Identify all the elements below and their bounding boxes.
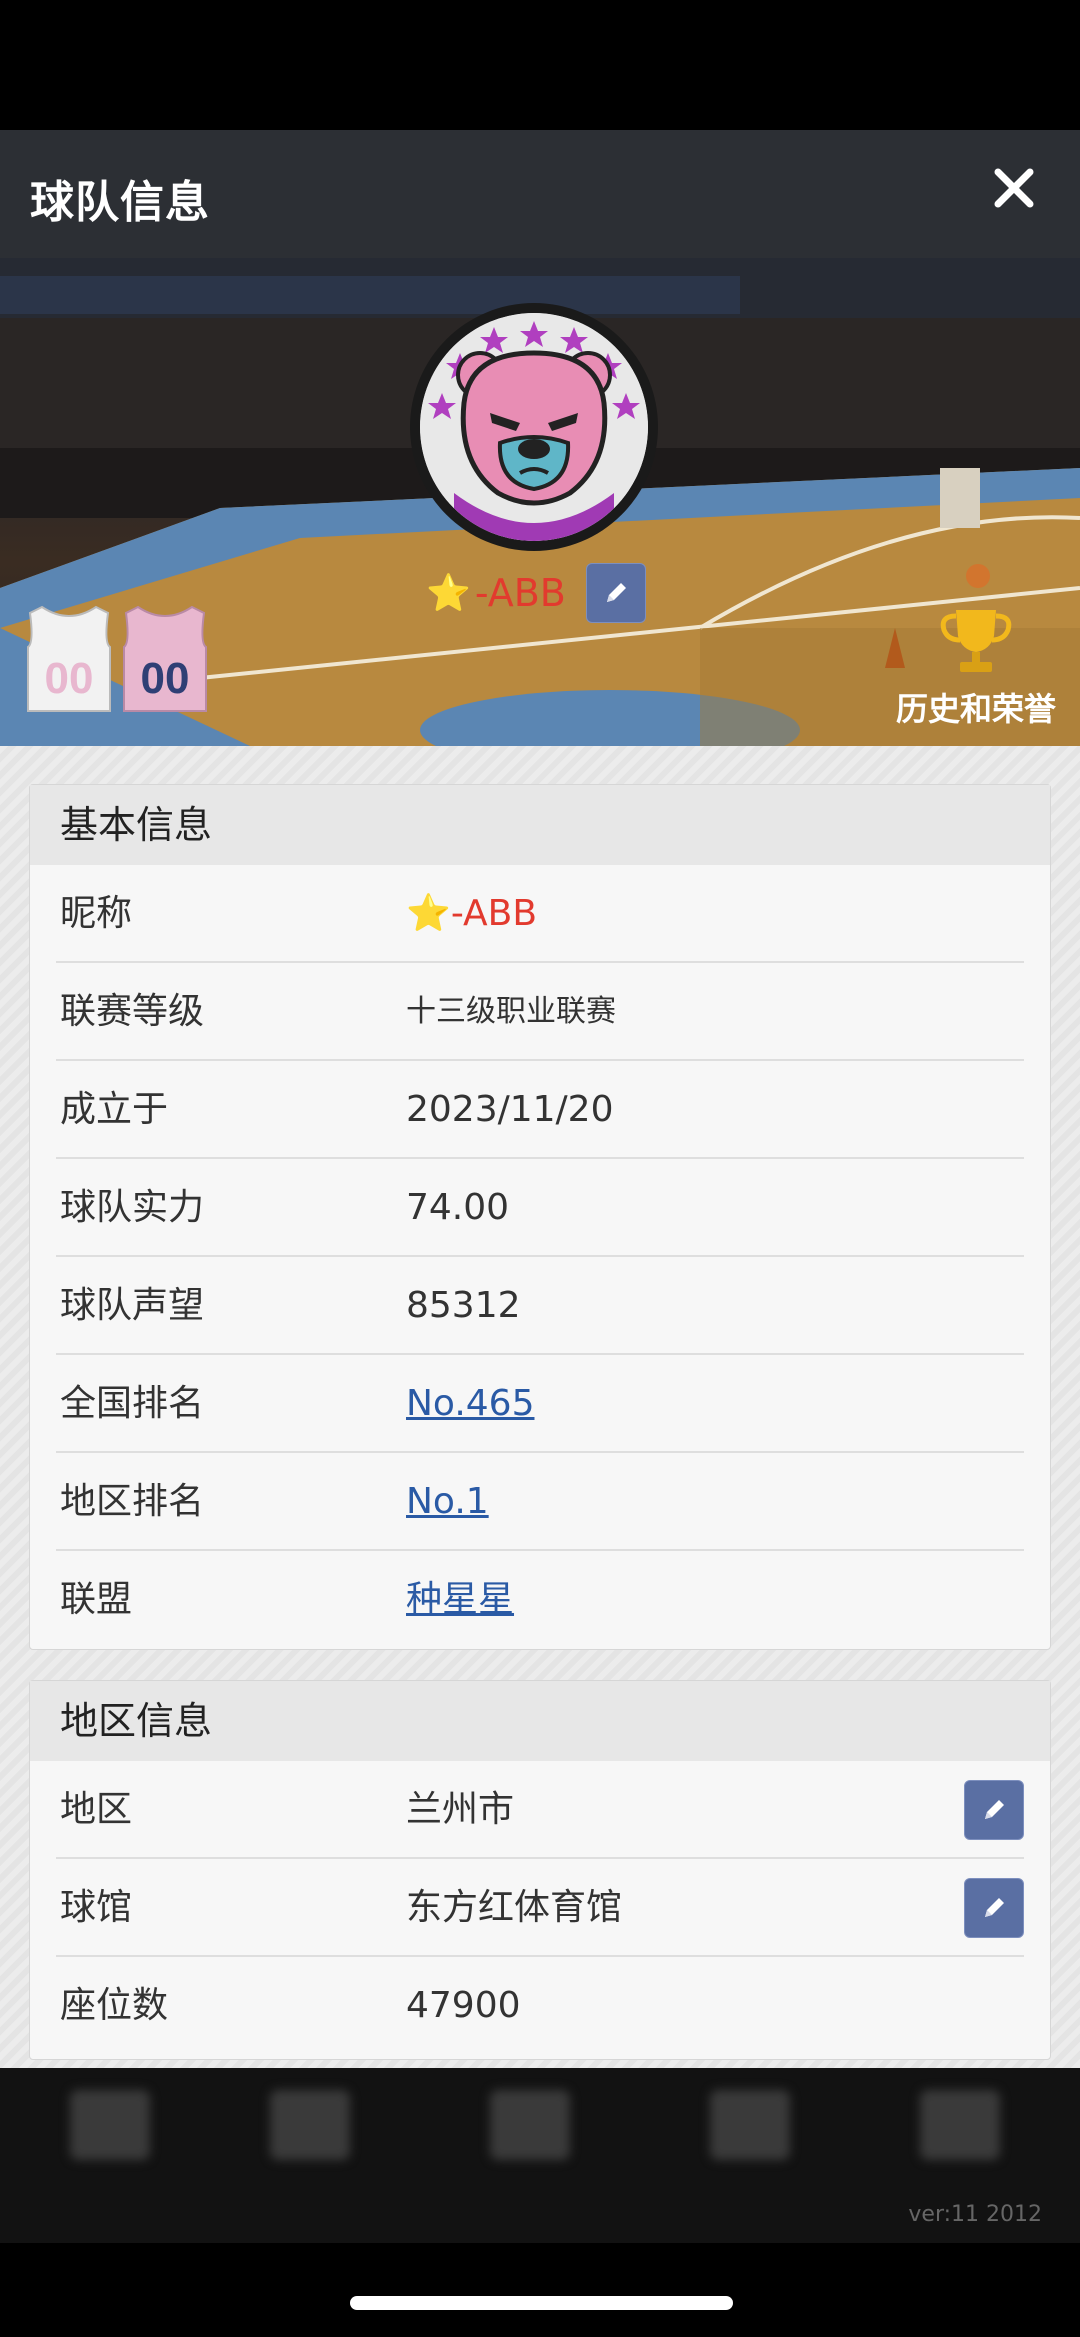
national-rank-link[interactable]: No.465 <box>406 1355 534 1453</box>
status-bar <box>0 0 1080 130</box>
founded-value: 2023/11/20 <box>406 1089 614 1130</box>
close-icon[interactable] <box>984 158 1044 218</box>
row-key: 球队实力 <box>60 1187 205 1228</box>
content-area[interactable]: 基本信息 昵称 ⭐-ABB 联赛等级 十三级职业联赛 成立于 2023/11/2… <box>0 746 1080 2068</box>
history-honor-button[interactable]: 历史和荣誉 <box>886 606 1066 730</box>
league-value: 十三级职业联赛 <box>406 994 616 1029</box>
team-name-row: ⭐ -ABB <box>426 563 646 623</box>
tab-4[interactable] <box>700 2090 800 2160</box>
info-row-national-rank: 全国排名 No.465 <box>56 1355 1024 1453</box>
edit-team-name-button[interactable] <box>585 563 646 623</box>
history-honor-label: 历史和荣誉 <box>895 690 1056 728</box>
pencil-icon <box>606 583 626 602</box>
tab-3[interactable] <box>480 2090 580 2160</box>
alliance-link[interactable]: 种星星 <box>406 1551 514 1649</box>
region-value: 兰州市 <box>406 1789 515 1830</box>
row-key: 联赛等级 <box>60 991 205 1032</box>
dialog-header: 球队信息 <box>0 130 1080 258</box>
info-row-reputation: 球队声望 85312 <box>56 1257 1024 1355</box>
home-jersey-icon[interactable]: 00 <box>24 603 114 715</box>
info-row-league: 联赛等级 十三级职业联赛 <box>56 963 1024 1061</box>
info-row-region-rank: 地区排名 No.1 <box>56 1453 1024 1551</box>
row-key: 座位数 <box>60 1985 169 2026</box>
page-title: 球队信息 <box>30 177 210 228</box>
info-row-nickname: 昵称 ⭐-ABB <box>56 865 1024 963</box>
star-icon: ⭐ <box>406 893 451 934</box>
reputation-value: 85312 <box>406 1285 521 1326</box>
edit-region-button[interactable] <box>964 1780 1024 1840</box>
info-row-founded: 成立于 2023/11/20 <box>56 1061 1024 1159</box>
bottom-tab-bar: ver:11 2012 <box>0 2068 1080 2243</box>
version-label: ver:11 2012 <box>908 2202 1042 2227</box>
strength-value: 74.00 <box>406 1187 510 1228</box>
info-row-alliance: 联盟 种星星 <box>56 1551 1024 1649</box>
edit-arena-button[interactable] <box>964 1878 1024 1938</box>
basic-info-title: 基本信息 <box>30 785 1050 865</box>
row-key: 昵称 <box>60 893 133 934</box>
team-logo <box>410 303 658 551</box>
info-row-region: 地区 兰州市 <box>56 1761 1024 1859</box>
row-key: 球队声望 <box>60 1285 205 1326</box>
star-icon: ⭐ <box>426 573 471 614</box>
region-rank-link[interactable]: No.1 <box>406 1453 489 1551</box>
team-name: -ABB <box>474 571 566 615</box>
row-key: 球馆 <box>60 1887 133 1928</box>
home-area <box>0 2243 1080 2337</box>
info-row-strength: 球队实力 74.00 <box>56 1159 1024 1257</box>
region-info-card: 地区信息 地区 兰州市 球馆 东方红体育馆 座位数 47900 <box>29 1680 1051 2060</box>
row-key: 地区 <box>60 1789 133 1830</box>
row-key: 全国排名 <box>60 1383 205 1424</box>
arena-value: 东方红体育馆 <box>406 1887 623 1928</box>
pencil-icon <box>985 1898 1004 1917</box>
away-jersey-icon[interactable]: 00 <box>120 603 210 715</box>
svg-text:00: 00 <box>45 654 94 703</box>
home-indicator[interactable] <box>350 2296 733 2310</box>
info-row-seats: 座位数 47900 <box>56 1957 1024 2055</box>
row-key: 地区排名 <box>60 1481 205 1522</box>
pencil-icon <box>985 1800 1004 1819</box>
region-info-title: 地区信息 <box>30 1681 1050 1761</box>
trophy-icon <box>940 610 1012 672</box>
tab-1[interactable] <box>60 2090 160 2160</box>
basic-info-card: 基本信息 昵称 ⭐-ABB 联赛等级 十三级职业联赛 成立于 2023/11/2… <box>29 784 1051 1650</box>
seats-value: 47900 <box>406 1985 521 2026</box>
row-key: 联盟 <box>60 1579 133 1620</box>
team-banner: ⭐ -ABB 00 00 历史和荣誉 <box>0 258 1080 746</box>
row-key: 成立于 <box>60 1089 169 1130</box>
nickname-value: ⭐-ABB <box>406 893 538 934</box>
tab-2[interactable] <box>260 2090 360 2160</box>
tab-5[interactable] <box>910 2090 1010 2160</box>
info-row-arena: 球馆 东方红体育馆 <box>56 1859 1024 1957</box>
svg-text:00: 00 <box>141 654 190 703</box>
